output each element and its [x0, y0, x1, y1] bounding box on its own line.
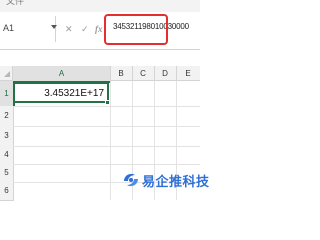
name-box[interactable]: A1: [0, 16, 56, 42]
insert-function-icon[interactable]: fx: [95, 24, 103, 34]
column-header-b[interactable]: B: [110, 66, 133, 81]
top-partial-label: 文件: [6, 0, 25, 6]
cell-a1-value: 3.45321E+17: [44, 88, 104, 99]
title-strip: 文件: [0, 0, 200, 12]
cancel-icon[interactable]: ✕: [65, 24, 73, 34]
name-box-value: A1: [3, 23, 15, 33]
cell-a1[interactable]: 3.45321E+17: [13, 82, 109, 103]
watermark-text: 易企推科技: [142, 174, 210, 189]
column-header-c[interactable]: C: [132, 66, 155, 81]
watermark: 易企推科技: [120, 168, 209, 196]
gridline: [13, 146, 200, 147]
gridline: [13, 164, 200, 165]
row-header-3[interactable]: 3: [0, 126, 14, 147]
row-header-2[interactable]: 2: [0, 106, 14, 127]
watermark-logo-icon: [124, 173, 138, 187]
gridline: [13, 106, 200, 107]
spacer: [0, 50, 200, 66]
red-highlight-box: [104, 14, 168, 45]
row-header-5[interactable]: 5: [0, 164, 14, 183]
column-header-d[interactable]: D: [154, 66, 177, 81]
chevron-down-icon[interactable]: [51, 25, 57, 29]
fill-handle[interactable]: [105, 100, 110, 105]
column-header-a[interactable]: A: [13, 66, 111, 83]
row-header-4[interactable]: 4: [0, 146, 14, 165]
gridline: [13, 126, 200, 127]
select-all-triangle-icon: [4, 71, 10, 77]
row-header-6[interactable]: 6: [0, 182, 14, 201]
enter-icon[interactable]: ✓: [81, 24, 89, 34]
column-header-e[interactable]: E: [176, 66, 200, 81]
